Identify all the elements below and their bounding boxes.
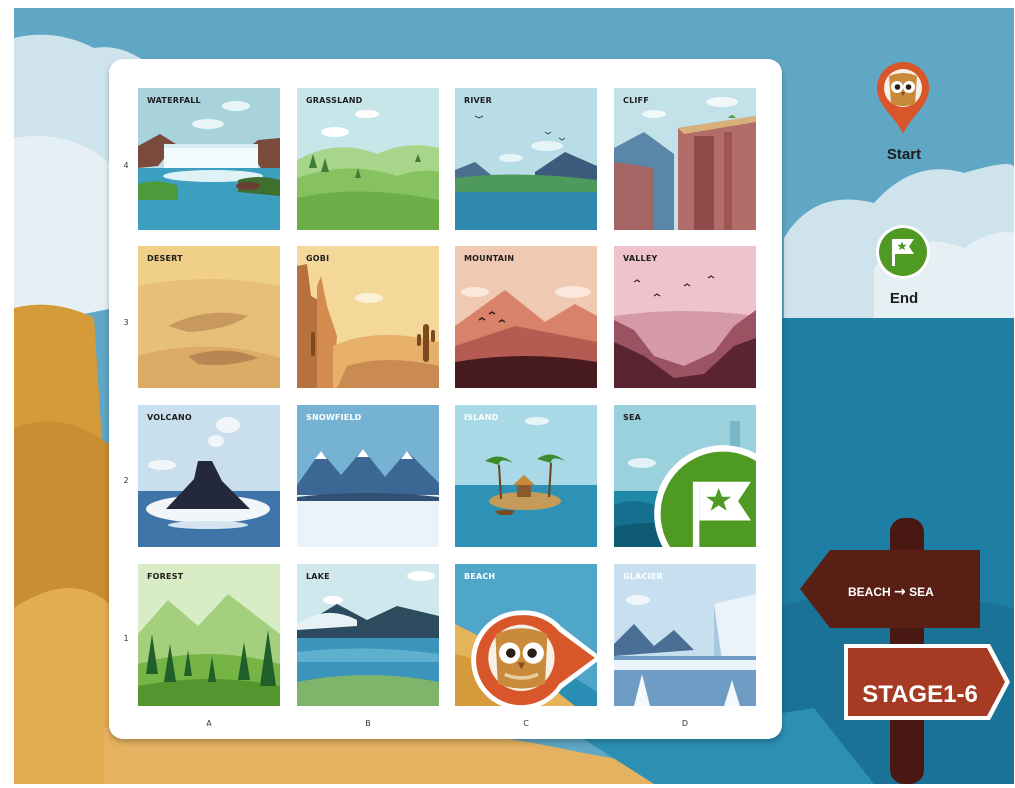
tile-mountain[interactable]: MOUNTAIN xyxy=(455,246,597,388)
legend-end-label: End xyxy=(889,290,919,307)
row-label-4: 4 xyxy=(123,161,129,170)
tile-label: ISLAND xyxy=(464,413,499,422)
tile-beach[interactable]: BEACH xyxy=(455,564,602,710)
tile-label: VOLCANO xyxy=(147,413,192,422)
row-label-1: 1 xyxy=(123,634,129,643)
route-to-label: SEA xyxy=(909,585,934,599)
tile-grassland[interactable]: GRASSLAND xyxy=(297,88,439,230)
route-from-label: BEACH xyxy=(848,585,891,599)
legend-start-label: Start xyxy=(886,146,922,163)
col-label-a: A xyxy=(206,719,212,728)
tile-label: BEACH xyxy=(464,572,496,581)
forest-illustration xyxy=(138,564,280,706)
lake-illustration xyxy=(297,564,439,706)
end-flag-marker-icon[interactable] xyxy=(652,443,756,547)
desert-illustration xyxy=(138,246,280,388)
route-arrow-icon: → xyxy=(894,584,906,600)
row-label-3: 3 xyxy=(123,318,129,327)
start-owl-marker-icon[interactable] xyxy=(467,588,609,730)
route-sign: BEACH → SEA xyxy=(848,584,934,600)
tile-label: MOUNTAIN xyxy=(464,254,515,263)
stage-label: STAGE1-6 xyxy=(862,681,978,708)
tile-forest[interactable]: FOREST xyxy=(138,564,280,706)
tile-label: DESERT xyxy=(147,254,183,263)
legend-end-flag-icon xyxy=(876,225,930,279)
gobi-illustration xyxy=(297,246,439,388)
tile-island[interactable]: ISLAND xyxy=(455,405,597,547)
map-board: 4 3 2 1 A B C D WATERFALL GRASSLAND RIVE… xyxy=(109,59,782,739)
tile-label: VALLEY xyxy=(623,254,658,263)
tile-label: GRASSLAND xyxy=(306,96,363,105)
tile-volcano[interactable]: VOLCANO xyxy=(138,405,280,547)
signpost-icon xyxy=(800,518,1010,784)
tile-glacier[interactable]: GLACIER xyxy=(614,564,756,706)
tile-waterfall[interactable]: WATERFALL xyxy=(138,88,280,230)
tile-cliff[interactable]: CLIFF xyxy=(614,88,756,230)
grassland-illustration xyxy=(297,88,439,230)
island-illustration xyxy=(455,405,597,547)
waterfall-illustration xyxy=(138,88,280,230)
tile-gobi[interactable]: GOBI xyxy=(297,246,439,388)
game-scene: 4 3 2 1 A B C D WATERFALL GRASSLAND RIVE… xyxy=(14,8,1014,784)
tile-sea[interactable]: SEA xyxy=(614,405,756,547)
row-label-2: 2 xyxy=(123,476,129,485)
tile-lake[interactable]: LAKE xyxy=(297,564,439,706)
tile-label: SEA xyxy=(623,413,642,422)
mountain-illustration xyxy=(455,246,597,388)
tile-valley[interactable]: VALLEY xyxy=(614,246,756,388)
tile-label: SNOWFIELD xyxy=(306,413,362,422)
tile-label: GOBI xyxy=(306,254,330,263)
valley-illustration xyxy=(614,246,756,388)
tile-label: WATERFALL xyxy=(147,96,201,105)
tile-snowfield[interactable]: SNOWFIELD xyxy=(297,405,439,547)
tile-label: CLIFF xyxy=(623,96,649,105)
tile-river[interactable]: RIVER xyxy=(455,88,597,230)
snowfield-illustration xyxy=(297,405,439,547)
col-label-d: D xyxy=(681,719,689,728)
tile-label: GLACIER xyxy=(623,572,663,581)
tile-label: FOREST xyxy=(147,572,184,581)
cliff-illustration xyxy=(614,88,756,230)
tile-label: LAKE xyxy=(306,572,330,581)
tile-desert[interactable]: DESERT xyxy=(138,246,280,388)
volcano-illustration xyxy=(138,405,280,547)
legend-start-owl-pin-icon xyxy=(877,62,929,134)
glacier-illustration xyxy=(614,564,756,706)
tile-label: RIVER xyxy=(464,96,492,105)
col-label-b: B xyxy=(365,719,371,728)
river-illustration xyxy=(455,88,597,230)
